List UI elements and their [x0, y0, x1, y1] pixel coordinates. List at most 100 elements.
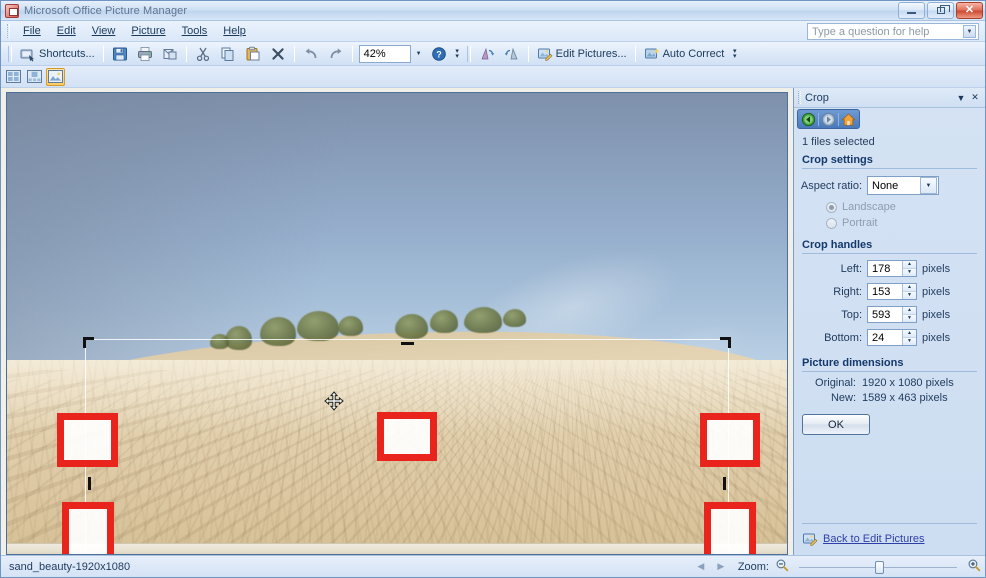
crop-bottom-spinner-arrows[interactable]: ▲ ▼ — [902, 330, 916, 345]
shrub — [429, 309, 458, 333]
task-pane-grip[interactable] — [798, 91, 801, 104]
rotate-right-icon — [504, 47, 518, 59]
shortcuts-label: Shortcuts... — [39, 47, 95, 60]
edit-pictures-button[interactable]: Edit Pictures... — [533, 44, 631, 64]
main-toolbar: Shortcuts... 42% ▼ ? ▾ ▾ Edit Pictures..… — [1, 42, 985, 66]
menu-picture-label: Picture — [131, 25, 166, 37]
radio-portrait-icon[interactable] — [826, 217, 837, 229]
crop-left-stepper[interactable]: 178 ▲ ▼ — [867, 260, 917, 277]
copy-button[interactable] — [216, 44, 240, 64]
spinner-up-icon[interactable]: ▲ — [903, 330, 916, 338]
help-button[interactable]: ? — [427, 44, 451, 64]
zoom-in-icon[interactable] — [967, 558, 981, 575]
crop-right-units: pixels — [922, 285, 951, 298]
menu-edit[interactable]: Edit — [49, 23, 84, 39]
email-icon — [163, 48, 177, 59]
status-zoom-label: Zoom: — [737, 560, 769, 573]
minimize-button[interactable] — [898, 2, 925, 19]
crop-right-spinner-arrows[interactable]: ▲ ▼ — [902, 284, 916, 299]
delete-button[interactable] — [266, 44, 290, 64]
auto-correct-icon — [644, 47, 660, 58]
orientation-portrait[interactable]: Portrait — [826, 217, 985, 229]
undo-button[interactable] — [299, 44, 323, 64]
cut-button[interactable] — [191, 44, 215, 64]
back-to-edit-pictures-row[interactable]: Back to Edit Pictures — [802, 523, 977, 555]
spinner-up-icon[interactable]: ▲ — [903, 307, 916, 315]
thumbnail-view-icon — [6, 70, 21, 83]
spinner-down-icon[interactable]: ▼ — [903, 315, 916, 322]
home-icon[interactable] — [840, 111, 857, 127]
save-button[interactable] — [108, 44, 132, 64]
email-button[interactable] — [158, 44, 182, 64]
chevron-down-icon[interactable]: ▼ — [920, 177, 937, 194]
print-button[interactable] — [133, 44, 157, 64]
menu-help[interactable]: Help — [215, 23, 254, 39]
aspect-ratio-select[interactable]: None ▼ — [867, 176, 939, 195]
crop-left-value[interactable]: 178 — [868, 263, 902, 275]
chevron-down-icon[interactable]: ▼ — [412, 45, 426, 63]
toolbar-separator-1 — [102, 45, 104, 62]
zoom-slider[interactable] — [799, 560, 957, 574]
rotate-right-button[interactable] — [500, 44, 524, 64]
ok-button[interactable]: OK — [802, 414, 870, 435]
task-pane-nav-group — [797, 109, 860, 129]
forward-arrow-icon[interactable] — [820, 111, 837, 127]
chevron-down-icon[interactable]: ▼ — [954, 91, 968, 105]
crop-bottom-stepper[interactable]: 24 ▲ ▼ — [867, 329, 917, 346]
toolbar-overflow-icon-2[interactable]: ▾ ▾ — [729, 44, 740, 64]
crop-right-value[interactable]: 153 — [868, 286, 902, 298]
shortcuts-button[interactable]: Shortcuts... — [16, 44, 99, 64]
crop-left-spinner-arrows[interactable]: ▲ ▼ — [902, 261, 916, 276]
close-button[interactable]: ✕ — [956, 2, 983, 19]
spinner-down-icon[interactable]: ▼ — [903, 338, 916, 345]
crop-settings-heading: Crop settings — [802, 154, 977, 169]
close-icon[interactable]: ✕ — [968, 91, 982, 105]
crop-bottom-value[interactable]: 24 — [868, 332, 902, 344]
zoom-level-combo[interactable]: 42% — [358, 44, 411, 63]
zoom-slider-thumb[interactable] — [875, 560, 884, 574]
picture-frame[interactable] — [6, 92, 788, 555]
auto-correct-button[interactable]: Auto Correct — [640, 44, 729, 64]
filmstrip-view-button[interactable] — [25, 68, 44, 86]
spinner-down-icon[interactable]: ▼ — [903, 269, 916, 276]
crop-top-value[interactable]: 593 — [868, 309, 902, 321]
menu-grip[interactable] — [7, 24, 10, 38]
rotate-left-button[interactable] — [475, 44, 499, 64]
crop-top-spinner-arrows[interactable]: ▲ ▼ — [902, 307, 916, 322]
crop-top-label: Top: — [841, 308, 862, 321]
spinner-up-icon[interactable]: ▲ — [903, 284, 916, 292]
orientation-landscape[interactable]: Landscape — [826, 201, 985, 213]
chevron-down-icon[interactable]: ▼ — [963, 25, 976, 38]
menu-view[interactable]: View — [84, 23, 124, 39]
back-to-edit-pictures-link[interactable]: Back to Edit Pictures — [823, 533, 925, 545]
zoom-out-icon[interactable] — [775, 558, 789, 575]
back-arrow-icon[interactable] — [800, 111, 817, 127]
copy-icon — [221, 47, 234, 61]
desert-photo — [7, 93, 787, 554]
menu-help-label: Help — [223, 25, 246, 37]
picture-canvas-area[interactable] — [1, 88, 793, 555]
crop-top-stepper[interactable]: 593 ▲ ▼ — [867, 306, 917, 323]
radio-landscape-icon[interactable] — [826, 201, 837, 213]
crop-right-stepper[interactable]: 153 ▲ ▼ — [867, 283, 917, 300]
redo-button[interactable] — [324, 44, 348, 64]
new-dimensions-value: 1589 x 463 pixels — [862, 392, 948, 404]
view-mode-bar — [1, 66, 985, 88]
menu-picture[interactable]: Picture — [123, 23, 173, 39]
toolbar-overflow-icon[interactable]: ▾ ▾ — [452, 44, 463, 64]
spinner-up-icon[interactable]: ▲ — [903, 261, 916, 269]
toolbar-grip[interactable] — [8, 45, 12, 62]
thumbnail-view-button[interactable] — [4, 68, 23, 86]
restore-button[interactable] — [927, 2, 954, 19]
paste-button[interactable] — [241, 44, 265, 64]
next-arrow-icon[interactable]: ▶ — [714, 560, 728, 574]
menu-tools[interactable]: Tools — [174, 23, 216, 39]
help-search-box[interactable]: Type a question for help ▼ — [807, 23, 979, 40]
single-picture-view-button[interactable] — [46, 67, 65, 86]
menu-file[interactable]: File — [15, 23, 49, 39]
application-window: Microsoft Office Picture Manager ✕ File … — [0, 0, 986, 578]
toolbar-grip-2[interactable] — [466, 45, 471, 62]
help-search-input[interactable]: Type a question for help — [812, 26, 963, 38]
prev-arrow-icon[interactable]: ◀ — [694, 560, 708, 574]
spinner-down-icon[interactable]: ▼ — [903, 292, 916, 299]
